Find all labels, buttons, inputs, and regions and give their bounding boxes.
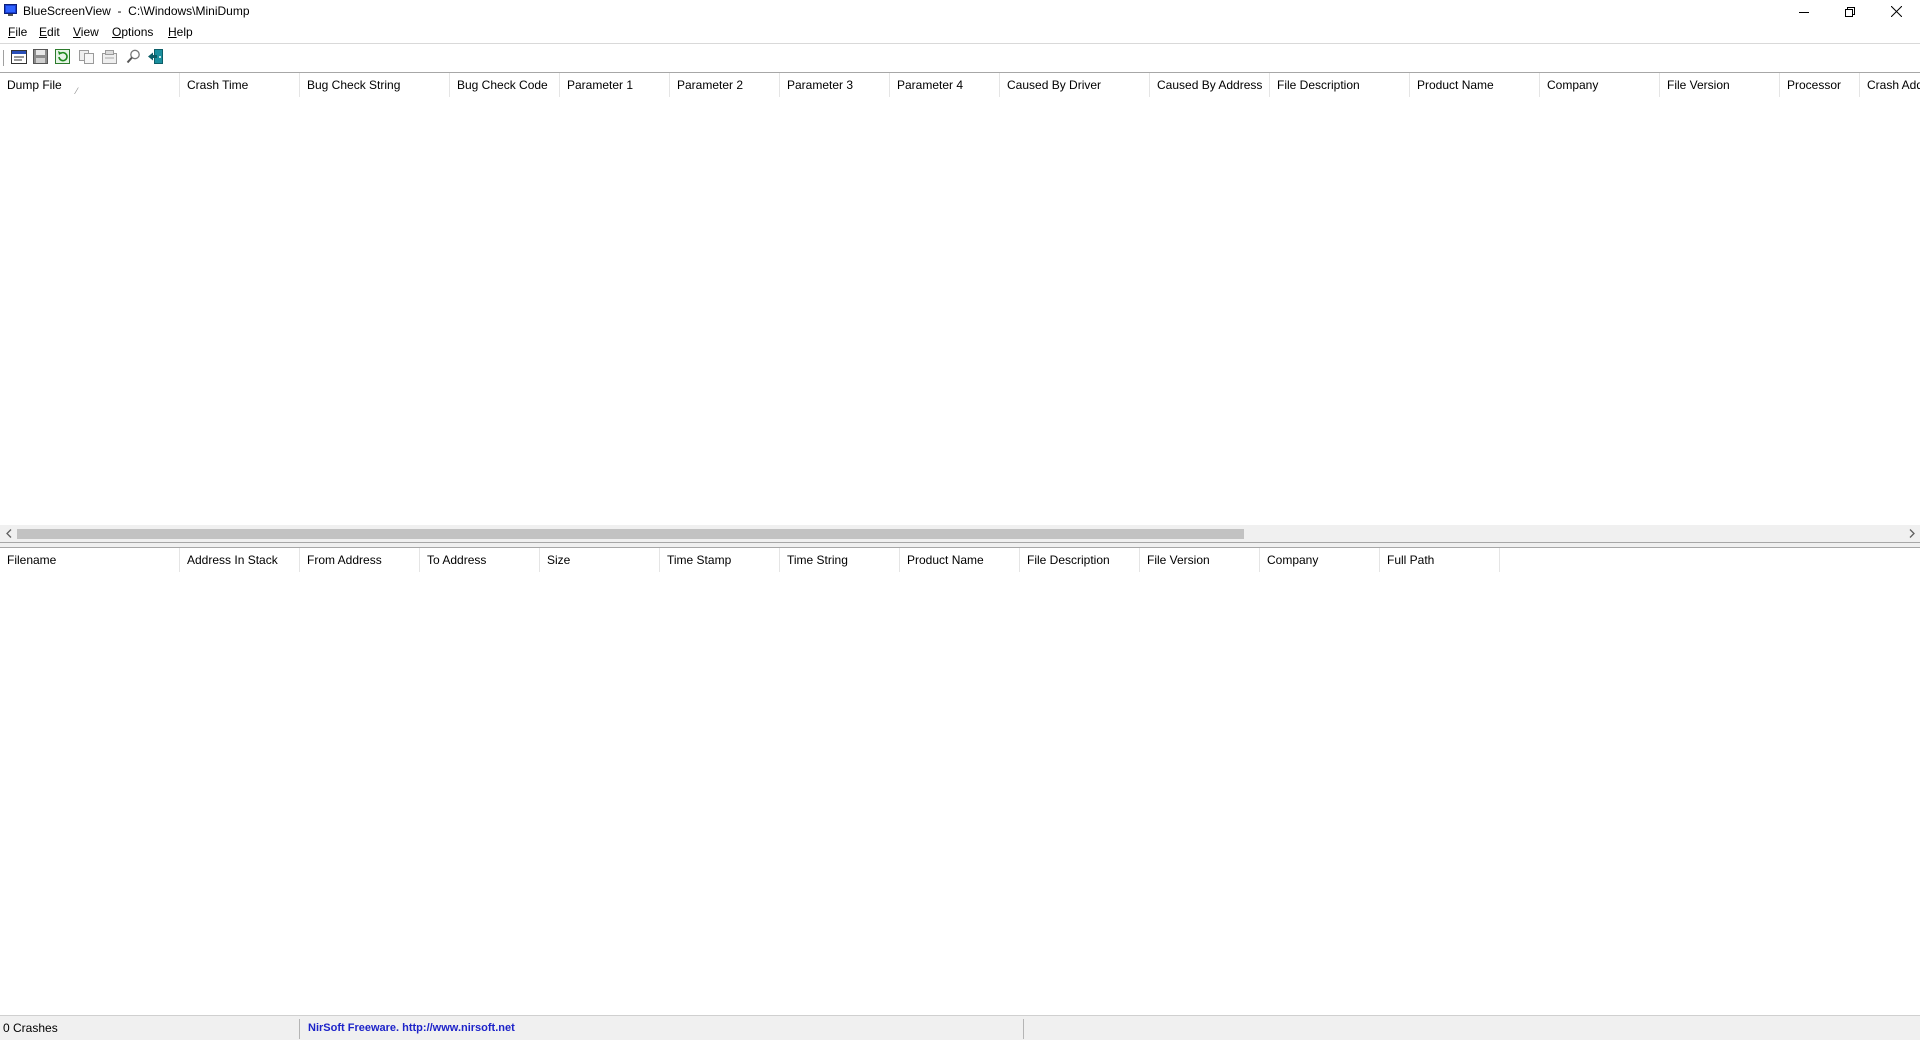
properties-button[interactable]: [9, 49, 28, 67]
restore-icon: [1845, 6, 1855, 17]
exit-button[interactable]: [146, 49, 165, 67]
column-header-product-name[interactable]: Product Name: [900, 548, 1020, 572]
menu-view[interactable]: View: [73, 25, 99, 39]
column-header-time-stamp[interactable]: Time Stamp: [660, 548, 780, 572]
scroll-right-button[interactable]: [1903, 525, 1920, 542]
column-header-bug-check-string[interactable]: Bug Check String: [300, 73, 450, 97]
column-header-company[interactable]: Company: [1260, 548, 1380, 572]
crash-count: 0 Crashes: [3, 1021, 58, 1035]
column-header-caused-by-driver[interactable]: Caused By Driver: [1000, 73, 1150, 97]
find-button[interactable]: [124, 49, 143, 67]
refresh-icon: [55, 49, 70, 67]
restore-button[interactable]: [1827, 0, 1873, 23]
toolbar: [0, 43, 1920, 72]
toolbar-grip: [3, 50, 5, 66]
scroll-left-button[interactable]: [0, 525, 17, 542]
column-header-to-address[interactable]: To Address: [420, 548, 540, 572]
menu-bar: File Edit View Options Help: [0, 23, 1920, 43]
window-title: BlueScreenView - C:\Windows\MiniDump: [23, 4, 250, 18]
copy-icon: [79, 49, 94, 67]
scrollbar-thumb[interactable]: [17, 529, 1244, 539]
column-header-time-string[interactable]: Time String: [780, 548, 900, 572]
properties-icon: [10, 49, 27, 67]
column-header-processor[interactable]: Processor: [1780, 73, 1860, 97]
menu-options[interactable]: Options: [112, 25, 153, 39]
menu-help[interactable]: Help: [168, 25, 193, 39]
close-icon: [1890, 6, 1902, 17]
find-icon: [126, 49, 141, 67]
save-icon: [33, 49, 48, 67]
column-header-file-version[interactable]: File Version: [1140, 548, 1260, 572]
refresh-button[interactable]: [53, 49, 72, 67]
menu-edit[interactable]: Edit: [39, 25, 60, 39]
column-header-file-version[interactable]: File Version: [1660, 73, 1780, 97]
horizontal-scrollbar[interactable]: [0, 525, 1920, 542]
nirsoft-link[interactable]: NirSoft Freeware. http://www.nirsoft.net: [308, 1016, 515, 1041]
advanced-options-icon: [102, 49, 117, 67]
column-header-address-in-stack[interactable]: Address In Stack: [180, 548, 300, 572]
chevron-left-icon: [5, 527, 12, 541]
column-header-filename[interactable]: Filename: [0, 548, 180, 572]
crash-list[interactable]: Dump File ⁄ Crash Time Bug Check String B…: [0, 72, 1920, 543]
column-header-crash-address[interactable]: Crash Add: [1860, 73, 1920, 97]
driver-list[interactable]: Filename Address In Stack From Address T…: [0, 547, 1920, 1014]
close-button[interactable]: [1873, 0, 1919, 23]
column-header-file-description[interactable]: File Description: [1270, 73, 1410, 97]
advanced-options-button[interactable]: [100, 49, 119, 67]
status-divider: [1023, 1019, 1024, 1039]
copy-button[interactable]: [77, 49, 96, 67]
sort-ascending-icon: ⁄: [76, 86, 78, 96]
minimize-icon: [1799, 7, 1809, 17]
column-header-dump-file[interactable]: Dump File ⁄: [0, 73, 180, 97]
chevron-right-icon: [1909, 527, 1915, 541]
title-bar: BlueScreenView - C:\Windows\MiniDump: [0, 0, 1920, 23]
column-header-parameter-2[interactable]: Parameter 2: [670, 73, 780, 97]
column-header-company[interactable]: Company: [1540, 73, 1660, 97]
menu-file[interactable]: File: [8, 25, 27, 39]
column-header-parameter-3[interactable]: Parameter 3: [780, 73, 890, 97]
column-header-parameter-4[interactable]: Parameter 4: [890, 73, 1000, 97]
column-header-caused-by-address[interactable]: Caused By Address: [1150, 73, 1270, 97]
minimize-button[interactable]: [1781, 0, 1827, 23]
column-header-file-description[interactable]: File Description: [1020, 548, 1140, 572]
status-divider: [299, 1019, 300, 1039]
exit-icon: [147, 49, 164, 67]
column-header-parameter-1[interactable]: Parameter 1: [560, 73, 670, 97]
column-header-size[interactable]: Size: [540, 548, 660, 572]
column-header-product-name[interactable]: Product Name: [1410, 73, 1540, 97]
bluescreen-monitor-icon: [4, 4, 17, 17]
column-header-crash-time[interactable]: Crash Time: [180, 73, 300, 97]
column-header-bug-check-code[interactable]: Bug Check Code: [450, 73, 560, 97]
column-header-full-path[interactable]: Full Path: [1380, 548, 1500, 572]
save-button[interactable]: [31, 49, 50, 67]
status-bar: 0 Crashes NirSoft Freeware. http://www.n…: [0, 1015, 1920, 1040]
column-header-from-address[interactable]: From Address: [300, 548, 420, 572]
